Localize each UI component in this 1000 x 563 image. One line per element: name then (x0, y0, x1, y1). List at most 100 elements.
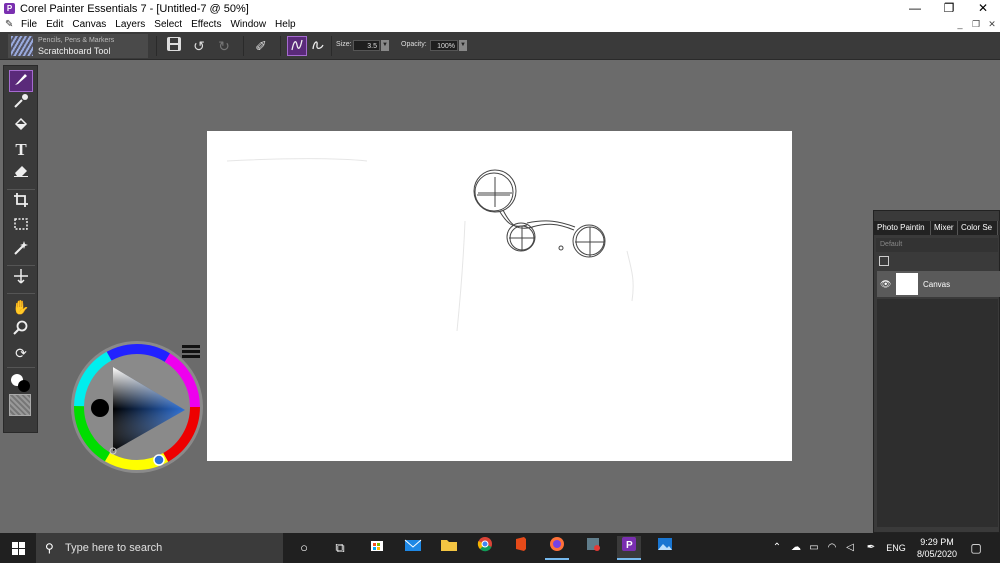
volume-icon[interactable]: ◁ (842, 533, 858, 563)
toolbox-divider (7, 189, 35, 190)
opacity-label: Opacity: (401, 41, 427, 48)
paint-bucket-icon[interactable] (9, 116, 33, 138)
menu-bar: ✎ File Edit Canvas Layers Select Effects… (0, 17, 1000, 32)
size-dropdown-icon[interactable]: ▼ (381, 40, 389, 51)
rect-select-icon[interactable] (9, 216, 33, 238)
window-controls: — ❐ ✕ (898, 0, 1000, 17)
office-icon[interactable] (509, 536, 533, 560)
layers-panel: Photo Paintin Mixer Color Se Default 👁 C… (873, 210, 1000, 533)
freehand-stroke-icon[interactable] (287, 36, 307, 56)
property-bar: Pencils, Pens & Markers Scratchboard Too… (0, 32, 1000, 60)
menu-layers[interactable]: Layers (115, 19, 145, 30)
svg-text:P: P (626, 540, 633, 551)
menu-edit[interactable]: Edit (46, 19, 63, 30)
mail-icon[interactable] (401, 536, 425, 560)
snip-app-icon[interactable] (581, 536, 605, 560)
drawing-canvas[interactable] (207, 131, 792, 461)
firefox-icon[interactable] (545, 536, 569, 560)
windows-start-icon[interactable] (0, 533, 36, 563)
doc-restore-button[interactable]: ❐ (968, 17, 984, 32)
paper-texture-swatch[interactable] (9, 394, 31, 416)
brush-variant: Scratchboard Tool (38, 46, 111, 56)
window-title: Corel Painter Essentials 7 - [Untitled-7… (20, 2, 249, 15)
eraser-icon[interactable] (9, 162, 33, 184)
doc-close-button[interactable]: ✕ (984, 17, 1000, 32)
menu-select[interactable]: Select (154, 19, 182, 30)
layer-row[interactable]: 👁 Canvas (877, 271, 1000, 297)
toolbox-divider (7, 367, 35, 368)
text-icon[interactable]: T (9, 139, 33, 161)
crop-icon[interactable] (9, 192, 33, 214)
tab-color-sets[interactable]: Color Se (958, 221, 998, 235)
show-hidden-icons-icon[interactable]: ⌃ (770, 533, 784, 563)
sketch-strokes (226, 158, 634, 332)
toolbox-divider (7, 293, 35, 294)
layers-list-area (877, 299, 998, 527)
toolbox: T ✋ ⟳ (3, 65, 38, 433)
straight-line-stroke-icon[interactable] (308, 36, 328, 56)
save-icon[interactable] (164, 36, 184, 56)
redo-icon[interactable]: ↻ (214, 36, 234, 56)
chrome-icon[interactable] (473, 536, 497, 560)
divider (331, 36, 332, 56)
panel-tabs: Photo Paintin Mixer Color Se (874, 221, 1000, 235)
undo-icon[interactable]: ↺ (189, 36, 209, 56)
tab-mixer[interactable]: Mixer (931, 221, 958, 235)
opacity-field[interactable]: 100% (430, 40, 458, 51)
photos-icon[interactable] (653, 536, 677, 560)
close-button[interactable]: ✕ (966, 0, 1000, 17)
size-field[interactable]: 3.5 (353, 40, 380, 51)
search-placeholder: Type here to search (65, 542, 163, 554)
doc-minimize-button[interactable]: _ (952, 17, 968, 32)
notifications-icon[interactable]: ▢ (966, 533, 986, 563)
brush-category: Pencils, Pens & Markers (38, 37, 115, 44)
restore-button[interactable]: ❐ (932, 0, 966, 17)
wifi-icon[interactable]: ◠ (824, 533, 840, 563)
store-icon[interactable] (365, 536, 389, 560)
painter-app-icon: P (4, 3, 15, 14)
transform-icon[interactable] (9, 268, 33, 290)
dropper-icon[interactable] (9, 93, 33, 115)
rotate-icon[interactable]: ⟳ (9, 342, 33, 364)
menu-canvas[interactable]: Canvas (72, 19, 106, 30)
minimize-button[interactable]: — (898, 0, 932, 17)
layer-name: Canvas (923, 279, 951, 289)
toolbox-divider (7, 265, 35, 266)
task-view-icon[interactable]: ⧉ (328, 536, 352, 560)
layer-options-icon[interactable] (879, 256, 889, 266)
divider (156, 36, 157, 56)
opacity-dropdown-icon[interactable]: ▼ (459, 40, 467, 51)
menu-effects[interactable]: Effects (191, 19, 221, 30)
input-language[interactable]: ENG (884, 533, 908, 563)
magnifier-icon[interactable] (9, 319, 33, 341)
painter-taskbar-icon[interactable]: P (617, 536, 641, 560)
system-clock[interactable]: 9:29 PM 8/05/2020 (912, 536, 962, 560)
visibility-eye-icon[interactable]: 👁 (880, 279, 892, 290)
magic-wand-icon[interactable] (9, 240, 33, 262)
pen-workspace-icon[interactable]: ✒ (862, 533, 880, 563)
document-icon[interactable]: ✎ (5, 19, 17, 30)
layer-thumbnail (896, 273, 918, 295)
additional-color-swatch[interactable] (18, 380, 30, 392)
panel-library-label[interactable]: Default (876, 238, 998, 252)
menu-file[interactable]: File (21, 19, 37, 30)
brush-selector[interactable]: Pencils, Pens & Markers Scratchboard Too… (8, 34, 148, 58)
menu-help[interactable]: Help (275, 19, 296, 30)
divider (280, 36, 281, 56)
taskbar-search[interactable]: ⚲ Type here to search (36, 533, 283, 563)
grabber-icon[interactable]: ✋ (9, 296, 33, 318)
title-bar: P Corel Painter Essentials 7 - [Untitled… (0, 0, 1000, 17)
clock-date: 8/05/2020 (916, 549, 958, 559)
brush-icon[interactable] (9, 70, 33, 92)
size-label: Size: (336, 41, 352, 48)
brush-controls-icon[interactable]: ✐ (251, 36, 271, 56)
divider (243, 36, 244, 56)
brush-thumbnail (11, 36, 33, 56)
battery-icon[interactable]: ▭ (806, 533, 822, 563)
cortana-icon[interactable]: ○ (292, 536, 316, 560)
menu-window[interactable]: Window (230, 19, 266, 30)
color-wheel-menu-icon[interactable] (182, 345, 200, 361)
tab-photo-painting[interactable]: Photo Paintin (874, 221, 931, 235)
onedrive-icon[interactable]: ☁ (788, 533, 804, 563)
file-explorer-icon[interactable] (437, 536, 461, 560)
